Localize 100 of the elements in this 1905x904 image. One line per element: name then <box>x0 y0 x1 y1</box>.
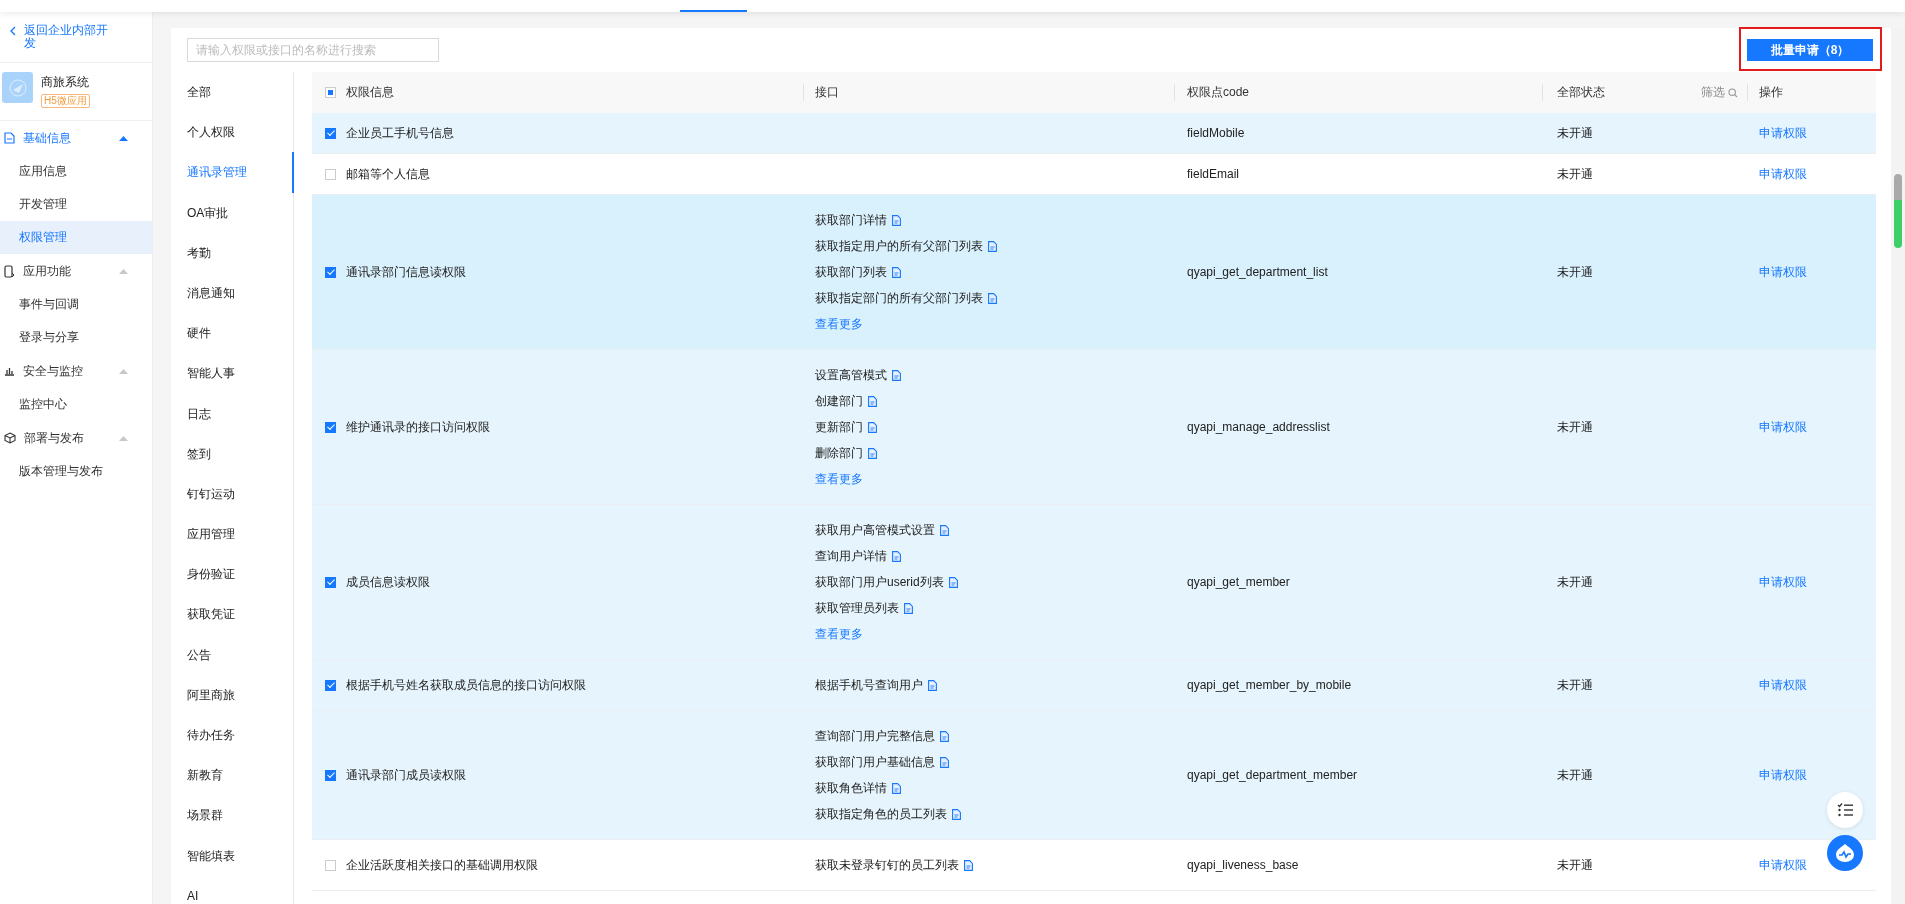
menu-item[interactable]: 应用信息 <box>0 155 152 188</box>
menu-item[interactable]: 监控中心 <box>0 388 152 421</box>
caret-icon <box>119 268 128 274</box>
category-tab[interactable]: 通讯录管理 <box>187 152 294 193</box>
menu-item[interactable]: 版本管理与发布 <box>0 455 152 488</box>
view-more-link[interactable]: 查看更多 <box>815 470 863 488</box>
batch-apply-button[interactable]: 批量申请（8） <box>1747 39 1873 61</box>
column-header: 操作 <box>1759 84 1783 101</box>
checkbox[interactable] <box>325 769 336 781</box>
apply-permission-link[interactable]: 申请权限 <box>1759 124 1807 142</box>
menu-item[interactable]: 事件与回调 <box>0 288 152 321</box>
cube-icon <box>4 432 16 444</box>
apply-permission-link[interactable]: 申请权限 <box>1759 165 1807 183</box>
document-icon[interactable] <box>940 730 949 742</box>
api-name: 获取指定用户的所有父部门列表 <box>815 237 983 255</box>
permission-code: qyapi_manage_addresslist <box>1187 420 1330 434</box>
filter-button[interactable]: 筛选 <box>1701 84 1738 101</box>
document-icon[interactable] <box>868 395 877 407</box>
menu-item[interactable]: 权限管理 <box>0 221 152 254</box>
document-icon[interactable] <box>892 550 901 562</box>
category-tab[interactable]: 全部 <box>187 72 293 113</box>
category-tab[interactable]: 新教育 <box>187 755 293 796</box>
apply-permission-link[interactable]: 申请权限 <box>1759 766 1807 784</box>
menu-group[interactable]: 安全与监控 <box>0 354 152 388</box>
permission-name: 成员信息读权限 <box>346 573 430 591</box>
document-icon[interactable] <box>892 369 901 381</box>
menu-item[interactable]: 登录与分享 <box>0 321 152 354</box>
permission-name: 通讯录部门信息读权限 <box>346 263 466 281</box>
search-field[interactable]: 请输入权限或接口的名称进行搜索 <box>187 38 439 62</box>
document-icon[interactable] <box>868 421 877 433</box>
document-icon[interactable] <box>952 808 961 820</box>
status-text: 未开通 <box>1557 165 1593 183</box>
table-row[interactable]: 根据手机号姓名获取成员信息的接口访问权限 根据手机号查询用户 qyapi_get_member_by_mobile 未开通 申请权限 <box>312 660 1876 711</box>
category-tab[interactable]: 考勤 <box>187 232 293 273</box>
document-icon[interactable] <box>892 214 901 226</box>
checkbox[interactable] <box>325 266 336 278</box>
api-name: 获取角色详情 <box>815 779 887 797</box>
api-name: 获取指定角色的员工列表 <box>815 805 947 823</box>
category-tab[interactable]: 场景群 <box>187 795 293 836</box>
app-name: 商旅系统 <box>41 74 90 91</box>
apply-permission-link[interactable]: 申请权限 <box>1759 676 1807 694</box>
menu-item[interactable]: 开发管理 <box>0 188 152 221</box>
apply-permission-link[interactable]: 申请权限 <box>1759 418 1807 436</box>
category-tab[interactable]: 签到 <box>187 433 293 474</box>
category-tab[interactable]: OA审批 <box>187 192 293 233</box>
checkbox[interactable] <box>325 859 336 871</box>
api-name: 获取部门列表 <box>815 263 887 281</box>
permission-name: 通讯录部门成员读权限 <box>346 766 466 784</box>
document-icon[interactable] <box>940 524 949 536</box>
checkbox[interactable] <box>325 87 336 98</box>
category-tab[interactable]: 智能填表 <box>187 835 293 876</box>
api-name: 获取指定部门的所有父部门列表 <box>815 289 983 307</box>
status-text: 未开通 <box>1557 124 1593 142</box>
category-tab[interactable]: 公告 <box>187 634 293 675</box>
table-row[interactable]: 通讯录部门信息读权限 获取部门详情 获取指定用户的所有父部门列表 获取部门列表 获取指定部门的所有父部门列表 查看更多 qyapi_get_department_list 未开通 申请权限 <box>312 195 1876 350</box>
category-tab[interactable]: 阿里商旅 <box>187 674 293 715</box>
checkbox[interactable] <box>325 421 336 433</box>
category-tab[interactable]: 身份验证 <box>187 554 293 595</box>
category-tab[interactable]: 硬件 <box>187 313 293 354</box>
table-row[interactable]: 通讯录部门成员读权限 查询部门用户完整信息 获取部门用户基础信息 获取角色详情 获取指定角色的员工列表 qyapi_get_department_member 未开通 申请权限 <box>312 711 1876 840</box>
category-tab[interactable]: 日志 <box>187 393 293 434</box>
category-tab[interactable]: 钉钉运动 <box>187 473 293 515</box>
checkbox[interactable] <box>325 576 336 588</box>
table-row[interactable]: 维护通讯录的接口访问权限 设置高管模式 创建部门 更新部门 删除部门 查看更多 qyapi_manage_addresslist 未开通 申请权限 <box>312 350 1876 505</box>
document-icon[interactable] <box>868 447 877 459</box>
document-icon[interactable] <box>928 679 937 691</box>
api-name: 创建部门 <box>815 392 863 410</box>
document-icon[interactable] <box>988 292 997 304</box>
table-row[interactable]: 成员信息读权限 获取用户高管模式设置 查询用户详情 获取部门用户userid列表 获取管理员列表 查看更多 qyapi_get_member 未开通 申请权限 <box>312 505 1876 660</box>
category-tab[interactable]: AI <box>187 875 293 904</box>
document-icon[interactable] <box>904 602 913 614</box>
menu-group[interactable]: 基础信息 <box>0 121 152 155</box>
category-tab[interactable]: 应用管理 <box>187 514 293 555</box>
document-icon[interactable] <box>948 576 958 588</box>
document-icon <box>4 132 15 144</box>
document-icon[interactable] <box>940 756 949 768</box>
table-row[interactable]: 企业员工手机号信息 fieldMobile 未开通 申请权限 <box>312 113 1876 154</box>
apply-permission-link[interactable]: 申请权限 <box>1759 573 1807 591</box>
checkbox[interactable] <box>325 679 336 691</box>
permission-name: 根据手机号姓名获取成员信息的接口访问权限 <box>346 676 586 694</box>
apply-permission-link[interactable]: 申请权限 <box>1759 263 1807 281</box>
menu-group[interactable]: 应用功能 <box>0 254 152 288</box>
scrollbar-thumb[interactable] <box>1894 174 1902 248</box>
api-name: 获取部门详情 <box>815 211 887 229</box>
apply-permission-link[interactable]: 申请权限 <box>1759 856 1807 874</box>
category-tab[interactable]: 智能人事 <box>187 353 293 394</box>
checkbox[interactable] <box>325 168 336 180</box>
document-icon[interactable] <box>892 266 901 278</box>
view-more-link[interactable]: 查看更多 <box>815 315 863 333</box>
document-icon[interactable] <box>892 782 901 794</box>
checkbox[interactable] <box>325 127 336 139</box>
category-tab[interactable]: 消息通知 <box>187 272 293 314</box>
document-icon[interactable] <box>964 859 973 871</box>
category-tab[interactable]: 获取凭证 <box>187 594 293 635</box>
category-tab[interactable]: 待办任务 <box>187 715 293 756</box>
category-tab[interactable]: 个人权限 <box>187 112 293 153</box>
document-icon[interactable] <box>988 240 997 252</box>
back-link[interactable]: 返回企业内部开发 <box>0 12 152 63</box>
view-more-link[interactable]: 查看更多 <box>815 625 863 643</box>
menu-group[interactable]: 部署与发布 <box>0 421 152 455</box>
